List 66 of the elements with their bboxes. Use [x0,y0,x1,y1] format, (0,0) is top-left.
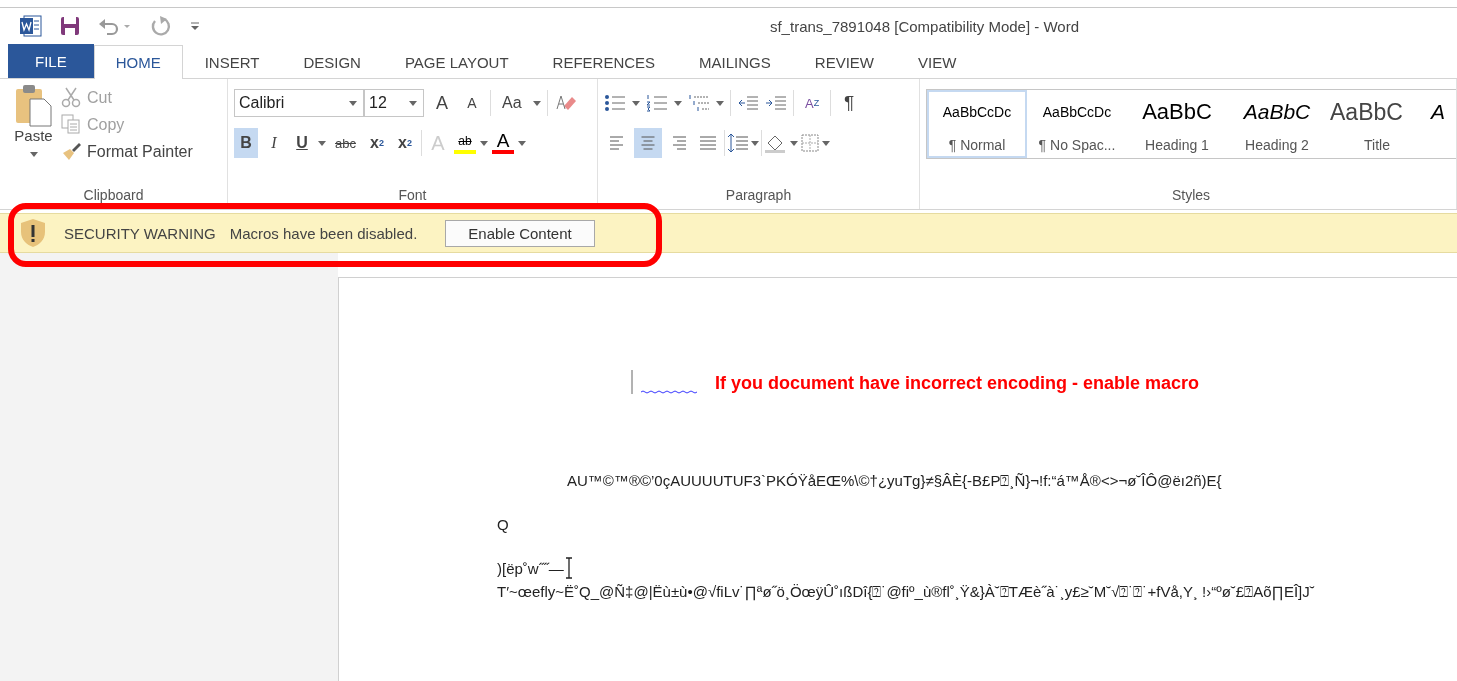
font-name-field[interactable]: Calibri [234,89,364,117]
ribbon-tab[interactable]: REVIEW [792,45,896,78]
clipboard-icon[interactable] [13,83,54,127]
enable-content-button[interactable]: Enable Content [445,219,595,247]
highlight-button[interactable]: ab [453,132,476,154]
ribbon-tab[interactable]: MAILINGS [677,45,793,78]
caret-icon[interactable] [674,100,682,106]
caret-icon[interactable] [751,140,759,146]
caret-icon[interactable] [349,100,357,106]
line-spacing-icon[interactable] [727,133,749,153]
warning-title: SECURITY WARNING [64,224,216,242]
text-cursor-icon [563,557,574,579]
group-label: Font [397,187,428,205]
font-size-field[interactable]: 12 [364,89,424,117]
bullets-icon[interactable] [604,94,626,112]
italic-button[interactable]: I [262,128,286,158]
style-option[interactable]: AaBbC Title [1327,90,1427,158]
shrink-font-button[interactable]: A [460,88,484,118]
group-label: Paragraph [724,187,793,205]
multilevel-list-icon[interactable] [688,94,710,112]
ribbon-tab[interactable]: PAGE LAYOUT [382,45,531,78]
ribbon-tab[interactable]: REFERENCES [530,45,678,78]
group-label: Clipboard [82,187,145,205]
document-text: Q [497,516,510,533]
ribbon-tab[interactable]: HOME [93,45,183,79]
document-heading: If you document have incorrect encoding - enable macro [715,372,1200,394]
window-title: sf_trans_7891048 [Compatibility Mode] - Word [769,17,1079,35]
style-option[interactable]: A [1427,90,1449,158]
grow-font-button[interactable]: A [430,88,454,118]
caret-icon[interactable] [822,140,830,146]
style-option[interactable]: AaBbCcDc ¶ No Spac... [1027,90,1127,158]
ribbon-tab[interactable]: INSERT [182,45,282,78]
document-text: )[ëp˚w˝˝— [497,559,564,577]
caret-icon[interactable] [479,140,488,146]
caret-icon[interactable] [532,100,541,106]
style-option[interactable]: AaBbC Heading 1 [1127,90,1227,158]
shading-icon[interactable] [764,133,788,153]
font-color-button[interactable]: A [491,132,514,154]
format-painter-button[interactable]: Format Painter [61,141,193,162]
paste-button[interactable]: Paste [6,83,61,187]
undo-icon[interactable] [98,16,132,36]
caret-icon[interactable] [790,140,798,146]
document-text: T′~œefly~Ë˚Q_@Ñ‡@|Ëù±ù•@√fiLv˙∏ªø˝ö¸ÖœÿÛ˚ıßDî{⍰˙@fiº_ù®fl˚¸Ÿ&}À˘⍰TÆè˝à˙¸y£≥˘M˘√⍰˙⍰˙+fVå,Y¸ !›“ºø˘£⍰Aõ∏EÎ]J˘ [497,582,1316,603]
brush-icon[interactable] [61,141,82,162]
strikethrough-button[interactable]: abc [330,128,361,158]
shield-warning-icon [20,218,46,248]
caret-icon[interactable] [632,100,640,106]
caret-icon[interactable] [716,100,724,106]
caret-icon[interactable] [517,140,526,146]
caret-icon[interactable] [318,140,326,146]
change-case-button[interactable]: Aa [497,88,527,118]
style-option[interactable]: AaBbC Heading 2 [1227,90,1327,158]
word-logo-icon[interactable] [20,15,42,37]
ribbon-tab[interactable]: VIEW [896,45,979,78]
customize-menu-icon[interactable] [190,21,200,31]
caret-icon[interactable] [409,100,417,106]
ribbon-tab[interactable]: DESIGN [281,45,383,78]
bold-button[interactable]: B [234,128,258,158]
underline-button[interactable]: U [290,128,314,158]
document-text: AU™©™®©’0çAUUUUTUF3`PKÓŸåEŒ%\©†¿yuTg}≠§ÂÈ{-B£P⍰¸Ñ}¬!f:“á™Å®<>¬ø˘ÎÔ@ëı2ñ)E{ [567,472,1223,490]
show-formatting-button[interactable]: ¶ [837,88,862,118]
style-option[interactable]: AaBbCcDc ¶ Normal [927,90,1027,158]
warning-message: Macros have been disabled. [229,224,418,242]
group-label: Styles [1170,187,1212,205]
file-tab[interactable]: FILE [8,44,94,78]
caret-icon[interactable] [29,152,38,157]
